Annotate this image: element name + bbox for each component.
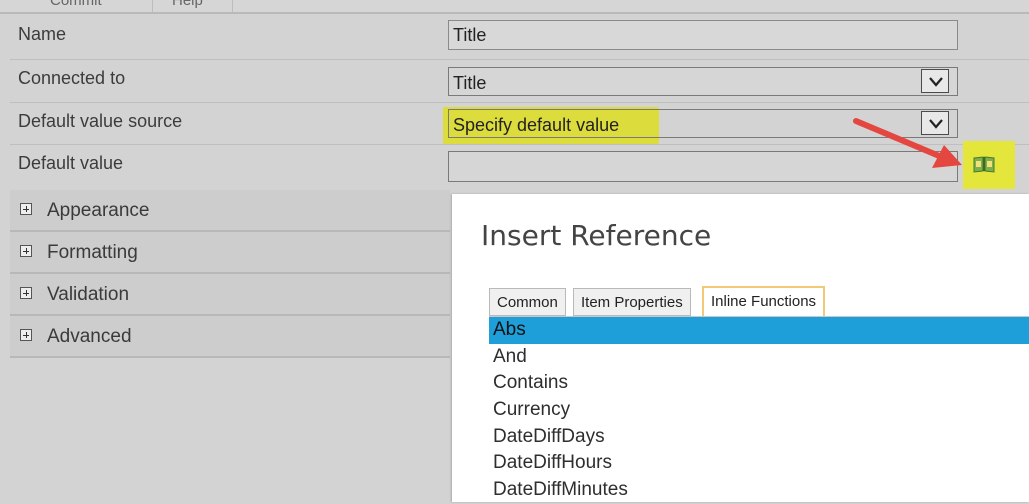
tab-divider: [152, 0, 153, 12]
list-item[interactable]: Currency: [489, 397, 1029, 424]
section-divider: [10, 356, 450, 358]
function-list: Abs And Contains Currency DateDiffDays D…: [489, 317, 1029, 504]
section-formatting[interactable]: Formatting: [10, 232, 450, 273]
default-value-label: Default value: [18, 153, 124, 173]
row-divider: [10, 59, 1029, 60]
default-value-source-value: Specify default value: [453, 115, 620, 135]
tab-item-properties[interactable]: Item Properties: [573, 288, 691, 316]
plus-icon[interactable]: [20, 203, 32, 215]
book-icon[interactable]: [973, 155, 995, 173]
commit-tab[interactable]: Commit: [50, 0, 102, 12]
dialog-title: Insert Reference: [481, 219, 712, 252]
row-divider: [10, 102, 1029, 103]
insert-reference-dialog: Insert Reference Common Item Properties …: [452, 194, 1029, 502]
chevron-down-icon: [929, 119, 943, 129]
section-validation[interactable]: Validation: [10, 274, 450, 315]
section-label: Formatting: [47, 242, 138, 263]
tab-divider: [232, 0, 233, 12]
default-value-field[interactable]: [448, 151, 958, 182]
default-value-source-select[interactable]: Specify default value: [448, 109, 958, 138]
plus-icon[interactable]: [20, 287, 32, 299]
list-item[interactable]: DateDiffDays: [489, 424, 1029, 451]
list-item[interactable]: Contains: [489, 370, 1029, 397]
default-value-source-label: Default value source: [18, 111, 183, 131]
section-appearance[interactable]: Appearance: [10, 190, 450, 231]
tab-inline-functions[interactable]: Inline Functions: [702, 286, 826, 318]
plus-icon[interactable]: [20, 329, 32, 341]
chevron-down-icon: [929, 77, 943, 87]
connected-to-select[interactable]: Title: [448, 67, 958, 96]
help-tab[interactable]: Help: [172, 0, 203, 12]
top-toolbar: Commit Help: [0, 0, 1029, 12]
list-item[interactable]: DateDiffMinutes: [489, 477, 1029, 504]
section-label: Validation: [47, 284, 130, 305]
list-item[interactable]: And: [489, 344, 1029, 371]
row-divider: [10, 144, 1029, 145]
connected-to-label: Connected to: [18, 68, 126, 88]
tab-common[interactable]: Common: [489, 288, 566, 316]
section-label: Appearance: [47, 200, 150, 221]
toolbar-divider: [0, 12, 1029, 14]
name-field[interactable]: Title: [448, 20, 958, 50]
name-label: Name: [18, 24, 67, 44]
list-item[interactable]: DateDiffHours: [489, 450, 1029, 477]
plus-icon[interactable]: [20, 245, 32, 257]
section-advanced[interactable]: Advanced: [10, 316, 450, 357]
connected-to-dropdown-button[interactable]: [921, 69, 949, 93]
section-label: Advanced: [47, 326, 132, 347]
list-item[interactable]: Abs: [489, 317, 1029, 344]
default-value-source-dropdown-button[interactable]: [921, 111, 949, 135]
